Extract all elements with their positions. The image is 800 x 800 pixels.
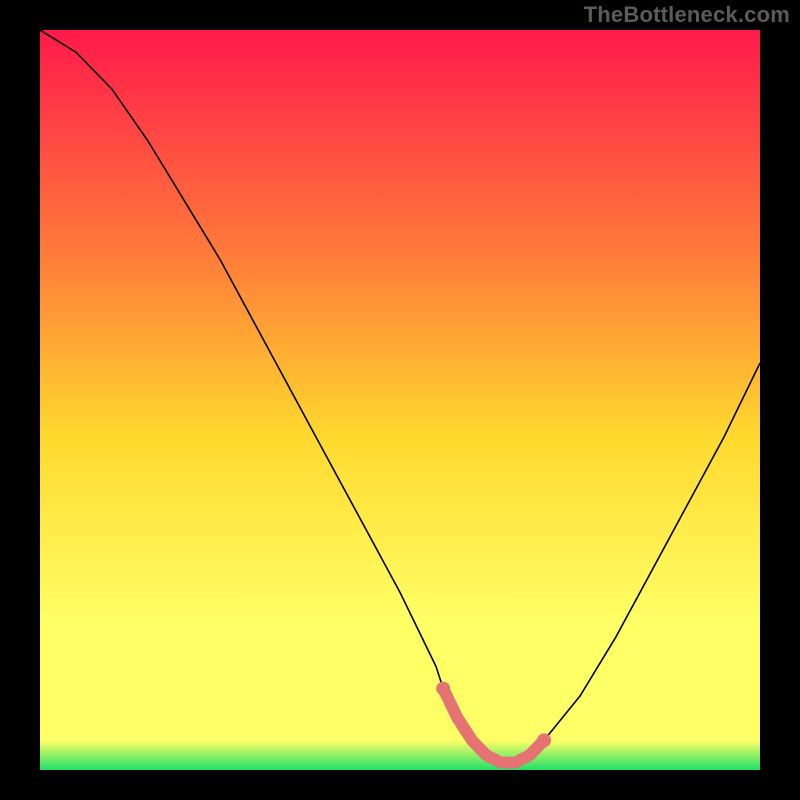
watermark-text: TheBottleneck.com <box>584 2 790 28</box>
chart-svg <box>40 30 760 770</box>
marker-dot <box>436 682 450 696</box>
chart-container: TheBottleneck.com <box>0 0 800 800</box>
plot-area <box>40 30 760 770</box>
marker-dot <box>537 733 551 747</box>
